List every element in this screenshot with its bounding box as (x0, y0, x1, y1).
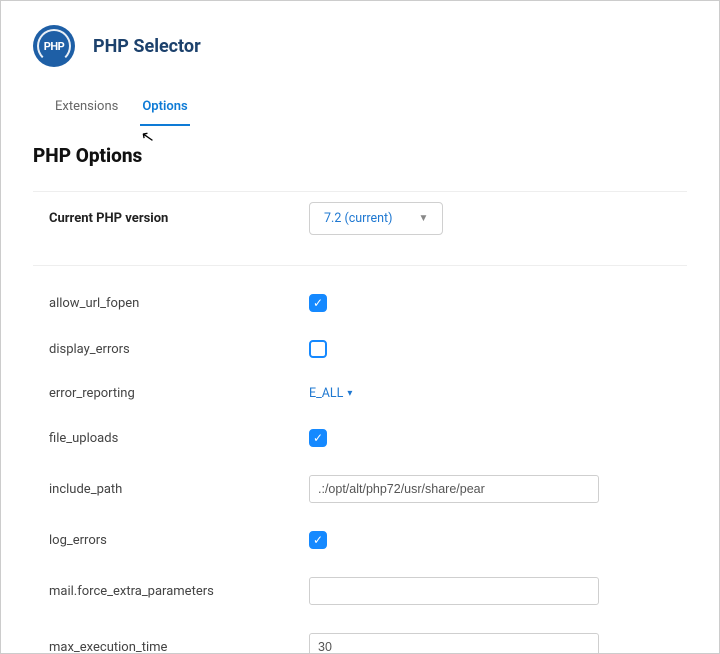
opt-label-allow-url-fopen: allow_url_fopen (49, 296, 309, 311)
section-title: PHP Options (1, 126, 719, 183)
opt-label-max-exec: max_execution_time (49, 640, 309, 654)
opt-label-mail-force: mail.force_extra_parameters (49, 584, 309, 599)
php-logo-text: PHP (44, 40, 64, 53)
opt-label-error-reporting: error_reporting (49, 386, 309, 401)
opt-label-include-path: include_path (49, 482, 309, 497)
checkbox-allow-url-fopen[interactable]: ✓ (309, 294, 327, 312)
error-reporting-value: E_ALL (309, 386, 343, 401)
input-include-path[interactable] (309, 475, 599, 503)
page-title: PHP Selector (93, 36, 201, 57)
php-logo: PHP (33, 25, 75, 67)
input-max-exec[interactable] (309, 633, 599, 654)
tab-extensions[interactable]: Extensions (53, 93, 120, 126)
php-version-select[interactable]: 7.2 (current) ▼ (309, 202, 443, 235)
checkbox-display-errors[interactable] (309, 340, 327, 358)
chevron-down-icon: ▼ (419, 213, 429, 224)
input-mail-force[interactable] (309, 577, 599, 605)
opt-label-file-uploads: file_uploads (49, 431, 309, 446)
chevron-down-icon: ▾ (347, 388, 352, 399)
checkbox-file-uploads[interactable]: ✓ (309, 429, 327, 447)
tab-options[interactable]: Options (140, 93, 189, 126)
php-version-value: 7.2 (current) (324, 211, 393, 226)
dropdown-error-reporting[interactable]: E_ALL ▾ (309, 386, 352, 401)
version-label: Current PHP version (49, 211, 309, 226)
tab-bar: Extensions Options (1, 79, 719, 126)
opt-label-display-errors: display_errors (49, 342, 309, 357)
checkbox-log-errors[interactable]: ✓ (309, 531, 327, 549)
opt-label-log-errors: log_errors (49, 533, 309, 548)
